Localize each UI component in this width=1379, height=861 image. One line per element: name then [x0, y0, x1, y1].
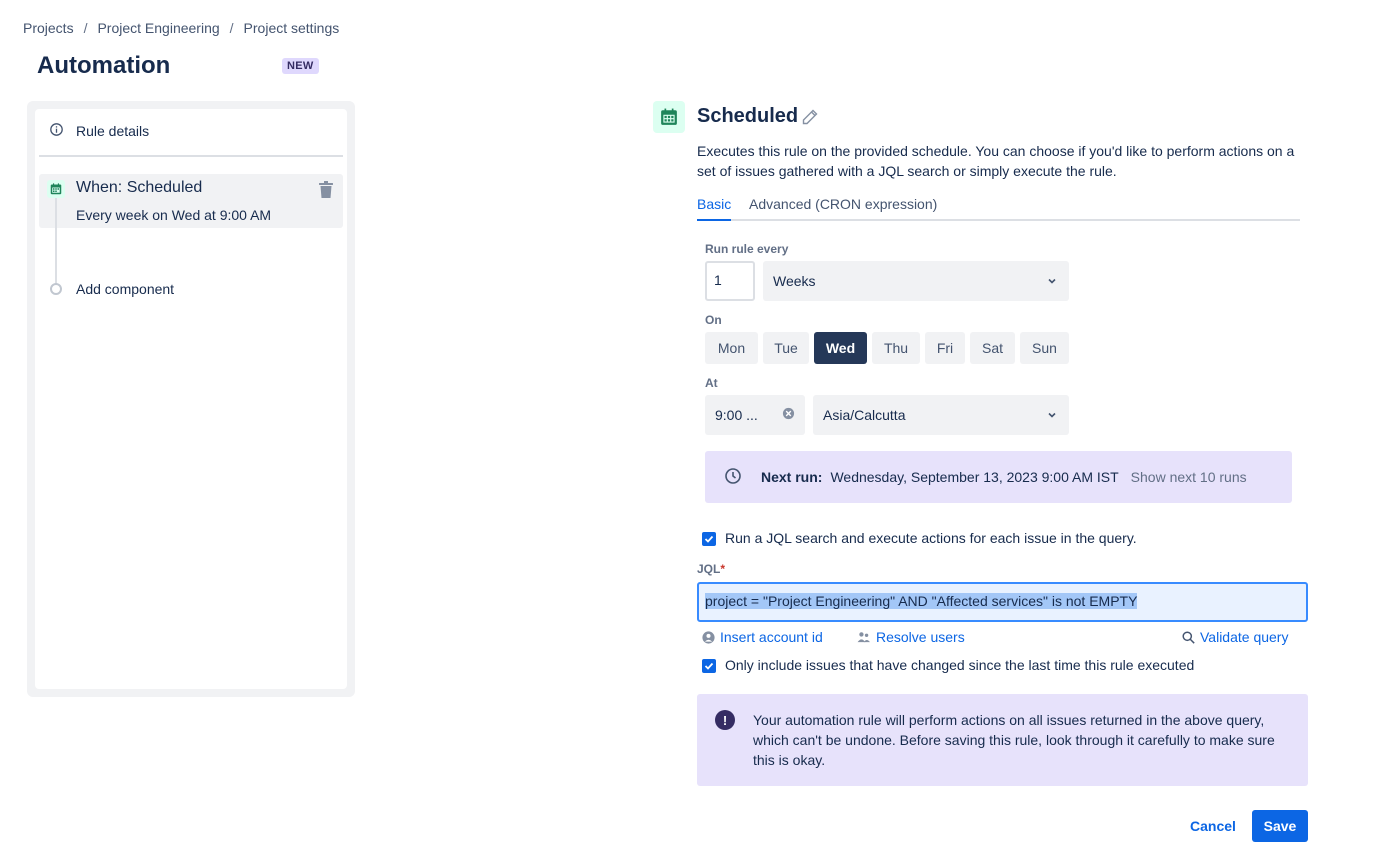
at-label: At	[705, 376, 718, 390]
day-thu-button[interactable]: Thu	[872, 332, 920, 364]
warning-text: Your automation rule will perform action…	[753, 712, 1275, 768]
jql-search-checkbox[interactable]	[702, 532, 716, 546]
required-marker: *	[720, 562, 726, 576]
chevron-down-icon	[1047, 407, 1057, 423]
insert-account-id-label: Insert account id	[720, 629, 823, 645]
time-picker[interactable]: 9:00 ...	[705, 395, 805, 435]
trigger-title: When: Scheduled	[76, 179, 203, 196]
info-icon	[50, 123, 63, 139]
tab-basic[interactable]: Basic	[697, 196, 732, 221]
trigger-subtitle: Every week on Wed at 9:00 AM	[76, 207, 272, 223]
changed-only-checkbox[interactable]	[702, 659, 716, 673]
exclamation-icon: !	[715, 710, 735, 730]
tab-advanced-cron[interactable]: Advanced (CRON expression)	[749, 196, 937, 218]
flow-connector	[55, 198, 57, 284]
resolve-users-link[interactable]: Resolve users	[857, 629, 965, 645]
breadcrumb: Projects / Project Engineering / Project…	[23, 20, 339, 36]
run-every-unit-value: Weeks	[773, 273, 816, 289]
validate-query-link[interactable]: Validate query	[1182, 629, 1288, 645]
jql-label: JQL*	[697, 562, 725, 576]
search-icon	[1182, 630, 1195, 644]
chevron-down-icon	[1047, 273, 1057, 289]
warning-panel: ! Your automation rule will perform acti…	[697, 694, 1308, 786]
jql-input-value: project = "Project Engineering" AND "Aff…	[705, 593, 1138, 609]
rule-details-item[interactable]: Rule details	[39, 114, 343, 148]
run-every-number-input[interactable]: 1	[705, 261, 755, 301]
cancel-button[interactable]: Cancel	[1183, 810, 1243, 842]
clear-icon[interactable]	[782, 407, 795, 423]
schedule-tabs: Basic Advanced (CRON expression)	[697, 196, 1300, 221]
run-every-label: Run rule every	[705, 242, 789, 256]
timezone-select[interactable]: Asia/Calcutta	[813, 395, 1069, 435]
pencil-icon[interactable]	[800, 107, 820, 127]
day-sun-button[interactable]: Sun	[1020, 332, 1069, 364]
new-badge: NEW	[282, 58, 319, 74]
component-title: Scheduled	[697, 105, 799, 127]
day-sat-button[interactable]: Sat	[970, 332, 1015, 364]
day-fri-button[interactable]: Fri	[925, 332, 965, 364]
calendar-icon	[653, 101, 685, 133]
breadcrumb-project-engineering[interactable]: Project Engineering	[97, 20, 219, 36]
run-every-unit-select[interactable]: Weeks	[763, 261, 1069, 301]
day-tue-button[interactable]: Tue	[763, 332, 809, 364]
calendar-icon	[47, 180, 65, 198]
breadcrumb-separator: /	[229, 20, 234, 36]
on-label: On	[705, 313, 722, 327]
changed-only-checkbox-label: Only include issues that have changed si…	[725, 657, 1195, 673]
next-run-label: Next run:	[761, 469, 823, 485]
breadcrumb-project-settings[interactable]: Project settings	[244, 20, 340, 36]
day-mon-button[interactable]: Mon	[705, 332, 758, 364]
rule-details-label: Rule details	[76, 123, 150, 139]
page-title: Automation	[37, 52, 171, 79]
save-button[interactable]: Save	[1252, 810, 1308, 842]
jql-label-text: JQL	[697, 562, 721, 576]
add-component-button[interactable]: Add component	[76, 281, 174, 297]
add-component-dot	[50, 283, 62, 295]
show-next-runs-link[interactable]: Show next 10 runs	[1131, 469, 1247, 485]
user-icon	[702, 630, 715, 644]
clock-icon	[725, 467, 741, 487]
day-wed-button[interactable]: Wed	[814, 332, 867, 364]
next-run-panel: Next run: Wednesday, September 13, 2023 …	[705, 451, 1292, 503]
validate-query-label: Validate query	[1200, 629, 1289, 645]
sidebar-divider	[39, 155, 343, 157]
resolve-users-label: Resolve users	[876, 629, 965, 645]
jql-search-checkbox-label: Run a JQL search and execute actions for…	[725, 530, 1137, 546]
jql-input[interactable]: project = "Project Engineering" AND "Aff…	[697, 582, 1308, 622]
users-icon	[857, 631, 871, 643]
next-run-value: Wednesday, September 13, 2023 9:00 AM IS…	[830, 469, 1119, 485]
timezone-value: Asia/Calcutta	[823, 407, 906, 423]
time-value: 9:00 ...	[715, 407, 758, 423]
breadcrumb-separator: /	[83, 20, 88, 36]
insert-account-id-link[interactable]: Insert account id	[702, 629, 823, 645]
component-description: Executes this rule on the provided sched…	[697, 143, 1295, 179]
breadcrumb-projects[interactable]: Projects	[23, 20, 74, 36]
trash-icon[interactable]	[317, 180, 335, 198]
